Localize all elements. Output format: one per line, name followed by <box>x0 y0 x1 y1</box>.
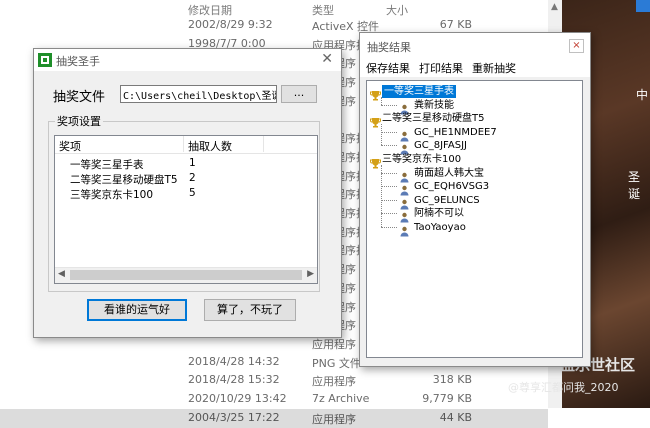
tree-winner-node[interactable]: GC_HE1NMDEE7 <box>414 126 497 139</box>
prize-name-cell[interactable]: 二等奖三星移动硬盘T5 <box>70 172 178 187</box>
main-titlebar[interactable]: 抽奖圣手 ✕ <box>34 49 341 71</box>
file-size: 9,779 KB <box>422 392 472 405</box>
result-window-title: 抽奖结果 <box>367 41 411 54</box>
group-label: 奖项设置 <box>57 115 101 128</box>
tree-winner-node[interactable]: GC_EQH6VSG3 <box>414 180 489 193</box>
result-titlebar[interactable]: 抽奖结果 × <box>360 33 590 57</box>
winner-icon <box>399 222 410 237</box>
menu-redraw[interactable]: 重新抽奖 <box>472 60 516 76</box>
file-type: 应用程序 <box>312 412 356 426</box>
file-row[interactable]: 2018/4/28 15:32 应用程序 318 KB <box>0 371 548 390</box>
result-menubar: 保存结果 打印结果 重新抽奖 <box>360 57 590 77</box>
winner-icon <box>399 168 410 183</box>
file-type: PNG 文件 <box>312 356 361 370</box>
desktop-app-icon[interactable] <box>636 0 650 12</box>
winner-icon <box>399 100 410 115</box>
tree-winner-node[interactable]: TaoYaoyao <box>414 221 466 234</box>
prize-name-cell[interactable]: 一等奖三星手表 <box>70 157 144 172</box>
file-size: 318 KB <box>432 373 472 387</box>
winner-icon <box>399 127 410 142</box>
close-icon[interactable]: ✕ <box>321 51 333 67</box>
prize-list[interactable]: 奖项 抽取人数 一等奖三星手表 1 二等奖三星移动硬盘T5 2 三等奖京东卡100 5 ◀… <box>54 135 318 284</box>
trophy-icon <box>370 113 381 128</box>
column-count[interactable]: 抽取人数 <box>188 138 232 154</box>
tree-connector <box>381 213 397 215</box>
main-window-title: 抽奖圣手 <box>56 55 100 68</box>
file-date: 2018/4/28 15:32 <box>188 373 280 387</box>
winner-icon <box>399 181 410 196</box>
menu-save[interactable]: 保存结果 <box>366 60 410 76</box>
file-size: 44 KB <box>439 410 472 424</box>
tree-connector <box>381 186 397 188</box>
desktop-icon-label[interactable]: 中 <box>636 86 648 103</box>
watermark-user: @尊享汇都问我_2020 <box>508 381 619 394</box>
tree-winner-node[interactable]: GC_9ELUNCS <box>414 194 480 207</box>
tree-winner-node[interactable]: 阿楠不可以 <box>414 207 464 220</box>
result-tree[interactable]: 一等奖三星手表 粪新技能 二等奖三星移动硬盘T5 GC_HE1NMDEE7 GC_8JF… <box>366 80 583 358</box>
list-hscrollbar[interactable]: ◀ ▶ <box>55 267 317 283</box>
tree-connector <box>381 104 397 106</box>
file-row[interactable]: 2020/10/29 13:42 7z Archive 9,779 KB <box>0 390 548 409</box>
tree-prize-node[interactable]: 二等奖三星移动硬盘T5 <box>382 112 484 125</box>
tree-connector <box>381 165 382 227</box>
file-path-field[interactable]: C:\Users\cheil\Desktop\圣诞爱 <box>120 85 277 103</box>
file-type: 7z Archive <box>312 392 370 405</box>
quit-button[interactable]: 算了，不玩了 <box>204 299 296 321</box>
scroll-right-icon[interactable]: ▶ <box>307 269 314 279</box>
browse-button[interactable]: ... <box>281 85 317 103</box>
tree-connector <box>381 124 382 146</box>
tree-connector <box>381 199 397 201</box>
tree-connector <box>381 97 382 105</box>
tree-prize-node[interactable]: 三等奖京东卡100 <box>382 153 461 166</box>
file-date: 2002/8/29 9:32 <box>188 18 273 31</box>
menu-print[interactable]: 打印结果 <box>419 60 463 76</box>
scroll-left-icon[interactable]: ◀ <box>58 269 65 279</box>
winner-icon <box>399 195 410 210</box>
file-date: 2020/10/29 13:42 <box>188 392 287 405</box>
draw-button[interactable]: 看谁的运气好 <box>87 299 187 321</box>
file-date: 2004/3/25 17:22 <box>188 410 280 424</box>
prize-count-cell[interactable]: 5 <box>189 187 196 199</box>
prize-count-cell[interactable]: 1 <box>189 157 196 169</box>
file-path-value: C:\Users\cheil\Desktop\圣诞爱 <box>123 91 277 102</box>
tree-connector <box>381 145 397 147</box>
app-icon <box>38 53 52 67</box>
close-icon[interactable]: × <box>569 39 584 53</box>
winner-icon <box>399 140 410 155</box>
file-date: 2018/4/28 14:32 <box>188 354 280 368</box>
tree-connector <box>381 172 397 174</box>
column-prize[interactable]: 奖项 <box>59 138 81 154</box>
winner-icon <box>399 208 410 223</box>
trophy-icon <box>370 86 381 101</box>
scroll-thumb[interactable] <box>70 270 302 280</box>
tree-winner-node[interactable]: GC_8JFASJJ <box>414 139 467 152</box>
tree-winner-node[interactable]: 萌面超人韩大宝 <box>414 167 484 180</box>
lottery-main-window: 抽奖圣手 ✕ 抽奖文件 C:\Users\cheil\Desktop\圣诞爱 .… <box>33 48 342 338</box>
file-type: 应用程序 <box>312 337 356 351</box>
prize-name-cell[interactable]: 三等奖京东卡100 <box>70 187 153 202</box>
result-window: 抽奖结果 × 保存结果 打印结果 重新抽奖 一等奖三星手表 粪新技能 二等奖三星移动… <box>359 32 591 367</box>
tree-connector <box>381 131 397 133</box>
file-type: 应用程序 <box>312 375 356 389</box>
trophy-icon <box>370 154 381 169</box>
file-row[interactable]: 2004/3/25 17:22 应用程序 44 KB <box>0 408 548 428</box>
tree-winner-node[interactable]: 粪新技能 <box>414 99 454 112</box>
explorer-header: 修改日期 类型 大小 <box>0 0 548 17</box>
tree-prize-node[interactable]: 一等奖三星手表 <box>382 85 456 98</box>
tree-connector <box>381 227 397 228</box>
file-label: 抽奖文件 <box>53 90 106 105</box>
desktop-icon-label-2[interactable]: 圣诞 <box>628 168 650 202</box>
scroll-up-icon[interactable]: ▲ <box>551 2 558 12</box>
file-size: 67 KB <box>439 18 472 31</box>
list-header: 奖项 抽取人数 <box>55 136 317 154</box>
prize-count-cell[interactable]: 2 <box>189 172 196 184</box>
